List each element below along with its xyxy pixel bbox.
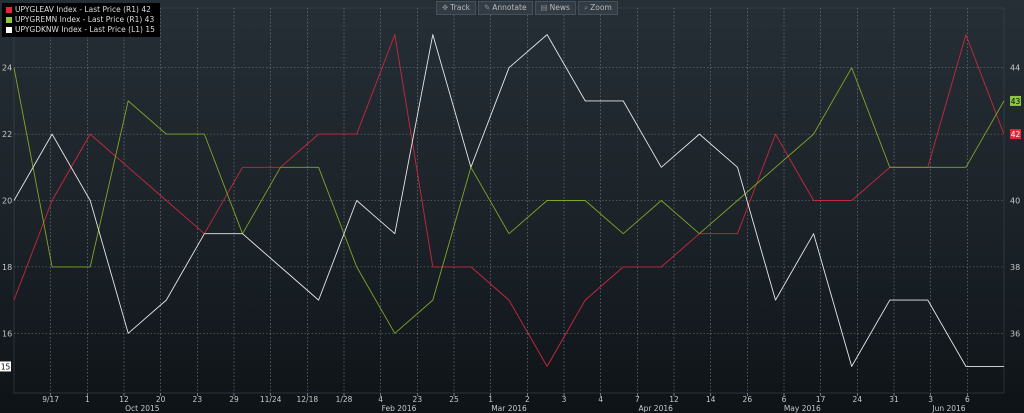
news-label: News — [549, 3, 570, 12]
right-axis-tick-label: 38 — [1010, 263, 1020, 272]
right-axis-tick-label: 36 — [1010, 329, 1020, 338]
x-axis-tick-label: 6 — [965, 395, 970, 404]
end-value-label-2: 43 — [1011, 97, 1021, 106]
crosshair-icon: ✥ — [442, 3, 449, 12]
x-axis-tick-label: 29 — [229, 395, 239, 404]
x-axis-tick-label: 12 — [119, 395, 129, 404]
left-axis-tick-label: 24 — [2, 64, 12, 73]
annotate-label: Annotate — [492, 3, 527, 12]
x-axis-tick-label: 26 — [743, 395, 753, 404]
line-chart[interactable]: 161820222436384042449/1711220232911/2412… — [0, 0, 1024, 413]
zoom-label: Zoom — [590, 3, 612, 12]
x-axis-month-label: Oct 2015 — [125, 404, 160, 413]
x-axis-tick-label: 23 — [193, 395, 203, 404]
x-axis-month-label: Jun 2016 — [931, 404, 965, 413]
legend-item-upygremn[interactable]: UPYGREMN Index - Last Price (R1) 43 — [6, 15, 155, 25]
x-axis-month-label: Apr 2016 — [638, 404, 673, 413]
x-axis-tick-label: 31 — [889, 395, 899, 404]
x-axis-tick-label: 3 — [928, 395, 933, 404]
x-axis-tick-label: 7 — [635, 395, 640, 404]
x-axis-tick-label: 12/18 — [297, 395, 319, 404]
x-axis-tick-label: 9/17 — [42, 395, 59, 404]
x-axis-tick-label: 4 — [598, 395, 603, 404]
x-axis-tick-label: 14 — [706, 395, 716, 404]
legend-item-upygdknw[interactable]: UPYGDKNW Index - Last Price (L1) 15 — [6, 25, 155, 35]
x-axis-month-label: May 2016 — [784, 404, 821, 413]
x-axis-tick-label: 3 — [562, 395, 567, 404]
legend-label-upygremn: UPYGREMN Index - Last Price (R1) 43 — [15, 15, 155, 24]
left-axis-tick-label: 22 — [2, 130, 12, 139]
x-axis-tick-label: 2 — [525, 395, 530, 404]
end-value-label-1: 42 — [1011, 130, 1021, 139]
track-label: Track — [450, 3, 470, 12]
x-axis-tick-label: 1/28 — [336, 395, 353, 404]
x-axis-tick-label: 11/24 — [260, 395, 282, 404]
pencil-icon: ✎ — [483, 3, 491, 12]
x-axis-tick-label: 12 — [669, 395, 679, 404]
x-axis-tick-label: 25 — [449, 395, 459, 404]
x-axis-tick-label: 24 — [853, 395, 863, 404]
right-axis-tick-label: 44 — [1010, 64, 1020, 73]
x-axis-tick-label: 23 — [413, 395, 423, 404]
left-axis-tick-label: 18 — [2, 263, 12, 272]
legend-label-upygdknw: UPYGDKNW Index - Last Price (L1) 15 — [15, 25, 155, 34]
end-value-label-3: 15 — [1, 362, 11, 371]
chart-frame: 161820222436384042449/1711220232911/2412… — [0, 0, 1024, 413]
left-axis-tick-label: 16 — [2, 329, 12, 338]
x-axis-tick-label: 1 — [85, 395, 90, 404]
news-button[interactable]: ▤ News — [534, 1, 576, 15]
legend-swatch-upygleav — [6, 7, 12, 13]
chart-toolbar: ✥ Track ✎ Annotate ▤ News ⌕ Zoom — [436, 1, 618, 15]
x-axis-tick-label: 4 — [378, 395, 383, 404]
track-button[interactable]: ✥ Track — [436, 1, 476, 15]
legend-swatch-upygdknw — [6, 27, 12, 33]
right-axis-tick-label: 40 — [1010, 197, 1020, 206]
left-axis-tick-label: 20 — [2, 197, 12, 206]
news-icon: ▤ — [540, 3, 548, 12]
legend-swatch-upygremn — [6, 17, 12, 23]
legend-label-upygleav: UPYGLEAV Index - Last Price (R1) 42 — [15, 5, 151, 14]
annotate-button[interactable]: ✎ Annotate — [477, 1, 533, 15]
x-axis-month-label: Feb 2016 — [382, 404, 417, 413]
x-axis-tick-label: 1 — [488, 395, 493, 404]
magnifier-icon: ⌕ — [583, 3, 589, 12]
x-axis-tick-label: 6 — [782, 395, 787, 404]
x-axis-tick-label: 20 — [156, 395, 166, 404]
x-axis-tick-label: 17 — [816, 395, 826, 404]
chart-legend: UPYGLEAV Index - Last Price (R1) 42 UPYG… — [2, 3, 160, 37]
zoom-button[interactable]: ⌕ Zoom — [577, 1, 618, 15]
x-axis-month-label: Mar 2016 — [491, 404, 527, 413]
legend-item-upygleav[interactable]: UPYGLEAV Index - Last Price (R1) 42 — [6, 5, 155, 15]
